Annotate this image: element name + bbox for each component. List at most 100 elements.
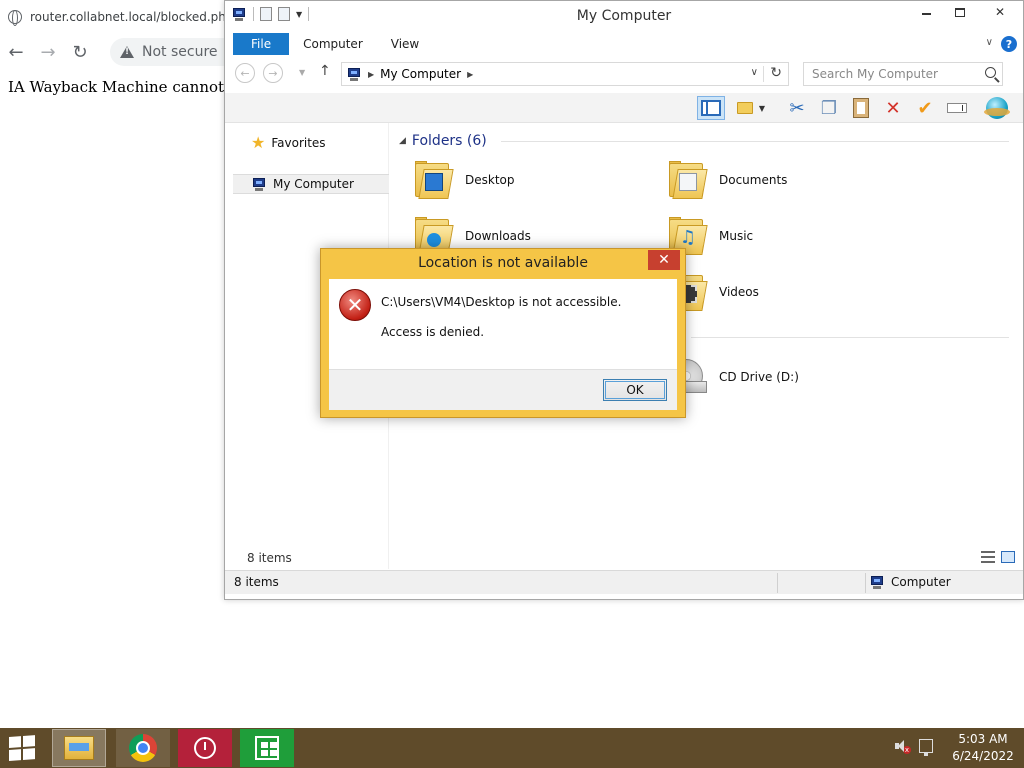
list-item-documents[interactable]: Documents [667, 161, 787, 199]
collapse-triangle-icon[interactable]: ◢ [399, 136, 406, 146]
breadcrumb-arrow-icon[interactable]: ▶ [467, 70, 473, 79]
system-tray: x 5:03 AM 6/24/2022 [890, 728, 1024, 768]
minimize-icon [921, 13, 931, 15]
reload-button[interactable]: ↻ [64, 36, 96, 68]
dialog-message: C:\Users\VM4\Desktop is not accessible. [381, 295, 622, 309]
forward-button[interactable]: → [263, 63, 283, 83]
command-toolbar: ▼ ✂ ❐ ✕ ✔ [225, 93, 1023, 123]
chrome-icon [129, 734, 157, 762]
close-button[interactable]: ✕ [977, 1, 1023, 23]
clock[interactable]: 5:03 AM 6/24/2022 [946, 731, 1020, 765]
preview-pane-button[interactable] [697, 96, 725, 120]
clock-time: 5:03 AM [958, 732, 1008, 746]
forward-button[interactable]: → [32, 36, 64, 68]
network-button[interactable] [914, 739, 938, 757]
window-title: My Computer [576, 8, 672, 24]
dialog-title: Location is not available [418, 255, 588, 271]
breadcrumb-arrow-icon[interactable]: ▶ [368, 70, 374, 79]
title-bar[interactable]: ▼ My Computer ✕ [225, 1, 1023, 31]
computer-icon [346, 67, 362, 81]
item-label: Music [719, 229, 754, 243]
warning-icon [120, 46, 134, 58]
tab-file[interactable]: File [233, 33, 290, 55]
help-icon[interactable]: ? [1001, 36, 1017, 52]
chevron-down-icon[interactable]: ∨ [986, 37, 993, 48]
dialog-body: ✕ C:\Users\VM4\Desktop is not accessible… [329, 279, 677, 410]
computer-icon [251, 177, 267, 191]
clock-date: 6/24/2022 [952, 749, 1014, 763]
status-zone: Computer [869, 575, 951, 589]
item-label: Documents [719, 173, 788, 187]
back-button[interactable]: ← [235, 63, 255, 83]
organize-button[interactable]: ▼ [737, 96, 765, 120]
recent-locations-dropdown[interactable]: ▼ [299, 68, 305, 77]
network-button[interactable] [983, 96, 1011, 120]
cut-button[interactable]: ✂ [783, 96, 811, 120]
separator [865, 573, 866, 593]
item-label: Videos [719, 285, 759, 299]
network-icon [919, 739, 933, 756]
item-label: Downloads [465, 229, 531, 243]
sidebar-item-my-computer[interactable]: My Computer [233, 174, 389, 194]
desktop-folder-icon [413, 161, 454, 199]
tab-view[interactable]: View [377, 33, 433, 55]
paste-button[interactable] [847, 96, 875, 120]
security-label: Not secure [142, 44, 218, 60]
documents-folder-icon [667, 161, 708, 199]
item-label: Desktop [465, 173, 515, 187]
search-input[interactable]: Search My Computer [803, 62, 1003, 86]
search-icon [985, 67, 996, 78]
taskbar-chrome[interactable] [116, 729, 170, 767]
star-icon: ★ [251, 133, 266, 152]
folder-icon [737, 102, 753, 114]
taskbar-alarms[interactable] [178, 729, 232, 767]
properties-button[interactable]: ✔ [911, 96, 939, 120]
list-item-desktop[interactable]: Desktop [413, 161, 515, 199]
list-item-cd-drive[interactable]: CD Drive (D:) [667, 357, 799, 397]
copy-button[interactable]: ❐ [815, 96, 843, 120]
error-icon: ✕ [339, 289, 371, 321]
error-dialog: Location is not available ✕ ✕ C:\Users\V… [320, 248, 686, 418]
sidebar-item-label: My Computer [273, 177, 354, 191]
taskbar-file-explorer[interactable] [52, 729, 106, 767]
details-view-icon[interactable] [981, 551, 995, 563]
start-button[interactable] [9, 735, 37, 761]
large-icons-view-icon[interactable] [1001, 551, 1015, 563]
sidebar-item-favorites[interactable]: ★ Favorites [233, 133, 389, 153]
close-icon: ✕ [994, 5, 1006, 19]
file-explorer-icon [64, 736, 94, 760]
maximize-button[interactable] [943, 1, 977, 23]
browser-tab[interactable]: router.collabnet.local/blocked.ph [8, 4, 226, 30]
up-button[interactable]: ↑ [319, 63, 331, 79]
maximize-icon [955, 7, 965, 17]
ribbon-tabs: File Computer View ∨ ? [233, 33, 1019, 55]
item-label: CD Drive (D:) [719, 370, 799, 384]
globe-icon [8, 10, 22, 26]
browser-nav: ← → ↻ [0, 36, 96, 68]
rename-button[interactable] [943, 96, 971, 120]
dialog-detail: Access is denied. [381, 325, 485, 339]
address-dropdown-icon[interactable]: ∨ [751, 67, 758, 78]
group-header[interactable]: ◢ Folders (6) [399, 133, 1009, 149]
chevron-down-icon: ▼ [758, 103, 765, 113]
minimize-button[interactable] [909, 1, 943, 23]
taskbar-store[interactable] [240, 729, 294, 767]
checkmark-icon: ✔ [917, 97, 933, 119]
search-placeholder: Search My Computer [812, 67, 938, 81]
back-button[interactable]: ← [0, 36, 32, 68]
address-row: ← → ▼ ↑ ▶ My Computer ▶ ∨ ↻ Search My Co… [233, 59, 1019, 89]
taskbar: x 5:03 AM 6/24/2022 [0, 728, 1024, 768]
close-icon: ✕ [658, 252, 670, 268]
delete-icon: ✕ [885, 97, 901, 119]
delete-button[interactable]: ✕ [879, 96, 907, 120]
refresh-icon[interactable]: ↻ [770, 65, 782, 81]
group-header-label: Folders (6) [411, 133, 487, 149]
dialog-close-button[interactable]: ✕ [648, 250, 680, 270]
volume-button[interactable]: x [890, 739, 914, 757]
ok-button[interactable]: OK [603, 379, 667, 401]
divider [691, 337, 1009, 338]
address-box[interactable]: ▶ My Computer ▶ ∨ ↻ [341, 62, 789, 86]
tab-computer[interactable]: Computer [289, 33, 377, 55]
breadcrumb-my-computer[interactable]: My Computer [380, 67, 461, 81]
copy-icon: ❐ [820, 97, 838, 119]
